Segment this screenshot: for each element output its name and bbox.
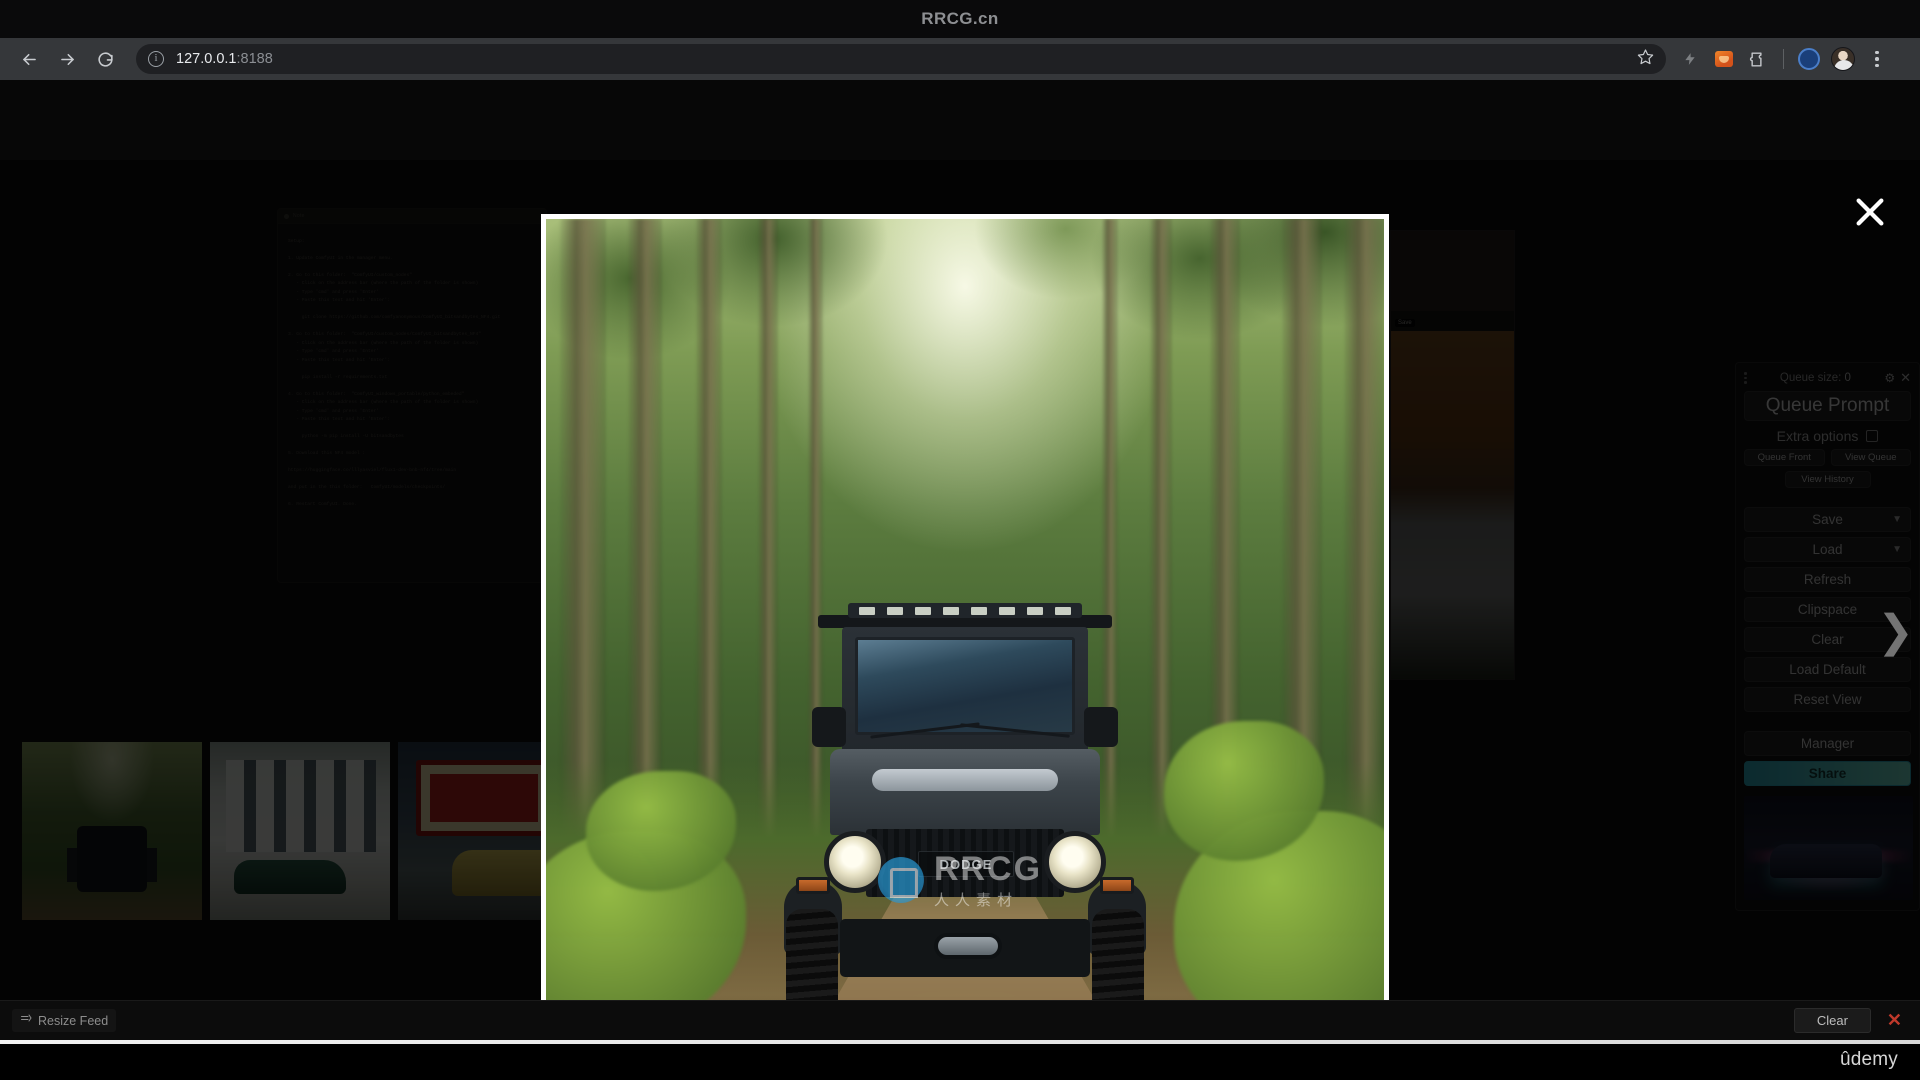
jeep-side-mirror-right <box>1084 707 1118 747</box>
star-icon[interactable] <box>1637 48 1654 70</box>
browser-title-bar: RRCG.cn <box>0 0 1920 38</box>
reload-icon[interactable] <box>88 42 122 76</box>
jeep-hood-scoop <box>872 769 1058 791</box>
jeep-turn-signal-right <box>1100 877 1134 894</box>
jeep-windshield <box>855 637 1075 735</box>
account-avatar-icon[interactable] <box>1827 43 1859 75</box>
forward-arrow-icon[interactable] <box>50 42 84 76</box>
lightbox-modal[interactable]: DODGE 例如，汽车的最佳工作流程是 FluxNF4。 And for exa… <box>541 214 1389 1000</box>
feed-bottom-bar: Resize Feed Clear ✕ <box>0 1000 1920 1040</box>
address-bar-url: 127.0.0.1:8188 <box>176 51 273 67</box>
browser-extension-icons <box>1674 43 1893 75</box>
tree-canopy <box>546 219 1384 549</box>
jeep-turn-signal-left <box>796 877 830 894</box>
resize-feed-button[interactable]: Resize Feed <box>12 1009 117 1032</box>
jeep-side-mirror-left <box>812 707 846 747</box>
jeep-headlight-left <box>824 831 886 893</box>
toolbar-divider <box>1783 49 1784 69</box>
profile-circle-icon[interactable] <box>1793 43 1825 75</box>
firefox-extension-icon[interactable] <box>1708 43 1740 75</box>
video-progress-bar[interactable] <box>0 1040 1920 1044</box>
jeep-vehicle: DODGE <box>784 589 1146 1000</box>
resize-icon <box>20 1013 32 1028</box>
jeep-badge-text: DODGE <box>918 851 1014 877</box>
window-title: RRCG.cn <box>921 9 999 28</box>
video-player-bar[interactable]: ûdemy <box>0 1040 1920 1080</box>
screen: RRCG.cn i 127.0.0.1:8188 DODGE RRCG 人人素材… <box>0 0 1920 1080</box>
browser-toolbar: i 127.0.0.1:8188 <box>0 38 1920 80</box>
udemy-logo: ûdemy <box>1839 1049 1898 1070</box>
jeep-tire-left <box>786 909 838 1000</box>
address-bar[interactable]: i 127.0.0.1:8188 <box>136 44 1666 74</box>
kebab-menu-icon[interactable] <box>1861 43 1893 75</box>
back-arrow-icon[interactable] <box>12 42 46 76</box>
lightning-icon[interactable] <box>1674 43 1706 75</box>
hero-image: DODGE <box>546 219 1384 1000</box>
jeep-headlight-right <box>1044 831 1106 893</box>
resize-feed-label: Resize Feed <box>38 1013 109 1028</box>
jeep-winch <box>934 933 1002 959</box>
puzzle-extension-icon[interactable] <box>1742 43 1774 75</box>
feed-clear-button[interactable]: Clear <box>1793 1008 1871 1033</box>
close-icon[interactable]: ✕ <box>1881 1010 1908 1031</box>
jeep-hood <box>830 749 1100 835</box>
info-circle-icon[interactable]: i <box>148 51 164 67</box>
jeep-tire-right <box>1092 909 1144 1000</box>
close-icon[interactable] <box>1848 190 1892 234</box>
feed-bar-actions: Clear ✕ <box>1793 1008 1908 1033</box>
jeep-light-bar <box>848 603 1082 618</box>
comfyui-canvas[interactable]: Note Setup: 1. Update ComfyUI in the man… <box>0 80 1920 1000</box>
